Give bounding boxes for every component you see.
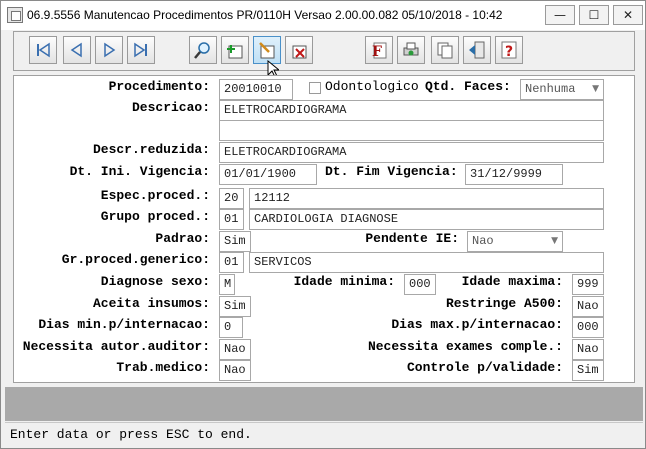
last-icon [134,42,147,58]
delete-button[interactable] [285,36,313,64]
aceita-insumos-label: Aceita insumos: [92,296,210,311]
restringe-a500-field[interactable]: Nao [572,296,604,317]
first-record-button[interactable] [29,36,57,64]
idade-minima-field[interactable]: 000 [404,274,436,295]
padrao-field[interactable]: Sim [219,231,251,252]
necessita-exames-field[interactable]: Nao [572,339,604,360]
descr-reduzida-label: Descr.reduzida: [92,142,210,157]
descricao-label: Descricao: [131,100,210,115]
chevron-down-icon: ▼ [551,236,558,246]
procedimento-field[interactable]: 20010010 [219,79,293,100]
status-bar: Enter data or press ESC to end. [5,422,643,446]
window-title: 06.9.5556 Manutencao Procedimentos PR/01… [27,8,503,22]
last-record-button[interactable] [127,36,155,64]
filter-icon: F [372,42,387,60]
qtd-faces-value: Nenhuma [525,82,576,96]
dias-max-label: Dias max.p/internacao: [391,317,563,332]
dt-ini-vigencia-label: Dt. Ini. Vigencia: [69,164,210,179]
maximize-button[interactable]: ☐ [579,5,609,25]
grupo-proced-desc-field: CARDIOLOGIA DIAGNOSE [249,209,604,230]
necessita-exames-label: Necessita exames comple.: [367,339,563,354]
necessita-autor-auditor-field[interactable]: Nao [219,339,251,360]
controle-validade-label: Controle p/validade: [406,360,563,375]
aceita-insumos-field[interactable]: Sim [219,296,251,317]
dias-min-field[interactable]: 0 [219,317,243,338]
padrao-label: Padrao: [155,231,210,246]
restringe-a500-label: Restringe A500: [445,296,563,311]
delete-icon [292,45,307,59]
espec-proced-code-field[interactable]: 20 [219,188,244,209]
gr-proced-generico-code-field[interactable]: 01 [219,252,244,273]
dt-fim-vigencia-field[interactable]: 31/12/9999 [465,164,563,185]
previous-record-button[interactable] [63,36,91,64]
diagnose-sexo-label: Diagnose sexo: [100,274,210,289]
gr-proced-generico-desc-field: SERVICOS [249,252,604,273]
copy-icon [437,42,453,59]
print-button[interactable] [397,36,425,64]
trab-medico-label: Trab.medico: [116,360,210,375]
diagnose-sexo-field[interactable]: M [219,274,235,295]
add-icon [227,45,243,59]
exit-button[interactable] [463,36,491,64]
message-area [5,387,643,421]
chevron-down-icon: ▼ [592,84,599,94]
minimize-button[interactable]: — [545,5,575,25]
espec-proced-label: Espec.proced.: [100,188,210,203]
trab-medico-field[interactable]: Nao [219,360,251,381]
svg-text:?: ? [505,44,513,60]
qtd-faces-label: Qtd. Faces: [425,79,511,94]
help-icon: ? [501,41,517,60]
search-button[interactable] [189,36,217,64]
descricao-field-line2[interactable] [219,120,604,141]
pendente-ie-label: Pendente IE: [365,231,459,246]
svg-text:F: F [372,44,382,60]
grupo-proced-code-field[interactable]: 01 [219,209,244,230]
gr-proced-generico-label: Gr.proced.generico: [61,252,210,267]
dt-fim-vigencia-label: Dt. Fim Vigencia: [325,164,458,179]
dias-min-label: Dias min.p/internacao: [38,317,210,332]
edit-icon [259,42,275,59]
copy-button[interactable] [431,36,459,64]
title-bar: 06.9.5556 Manutencao Procedimentos PR/01… [1,1,645,30]
filter-button[interactable]: F [365,36,393,64]
search-icon [194,42,210,59]
controle-validade-field[interactable]: Sim [572,360,604,381]
qtd-faces-select[interactable]: Nenhuma ▼ [520,79,604,100]
exit-icon [469,41,485,59]
app-icon [7,7,23,23]
dt-ini-vigencia-field[interactable]: 01/01/1900 [219,164,317,185]
odontologico-checkbox[interactable] [309,82,321,94]
next-icon [104,42,116,58]
descr-reduzida-field[interactable]: ELETROCARDIOGRAMA [219,142,604,163]
espec-proced-desc-field: 12112 [249,188,604,209]
idade-maxima-field[interactable]: 999 [572,274,604,295]
help-button[interactable]: ? [495,36,523,64]
procedimento-label: Procedimento: [108,79,210,94]
next-record-button[interactable] [95,36,123,64]
previous-icon [70,42,82,58]
pendente-ie-value: Nao [472,234,494,248]
idade-minima-label: Idade minima: [293,274,395,289]
pendente-ie-select[interactable]: Nao ▼ [467,231,563,252]
grupo-proced-label: Grupo proced.: [100,209,210,224]
application-window: 06.9.5556 Manutencao Procedimentos PR/01… [0,0,646,449]
idade-maxima-label: Idade maxima: [461,274,563,289]
close-button[interactable]: ✕ [613,5,643,25]
dias-max-field[interactable]: 000 [572,317,604,338]
add-button[interactable] [221,36,249,64]
print-icon [403,42,419,56]
odontologico-label: Odontologico [325,79,419,94]
descricao-field[interactable]: ELETROCARDIOGRAMA [219,100,604,121]
first-icon [37,42,50,58]
necessita-autor-auditor-label: Necessita autor.auditor: [22,339,210,354]
